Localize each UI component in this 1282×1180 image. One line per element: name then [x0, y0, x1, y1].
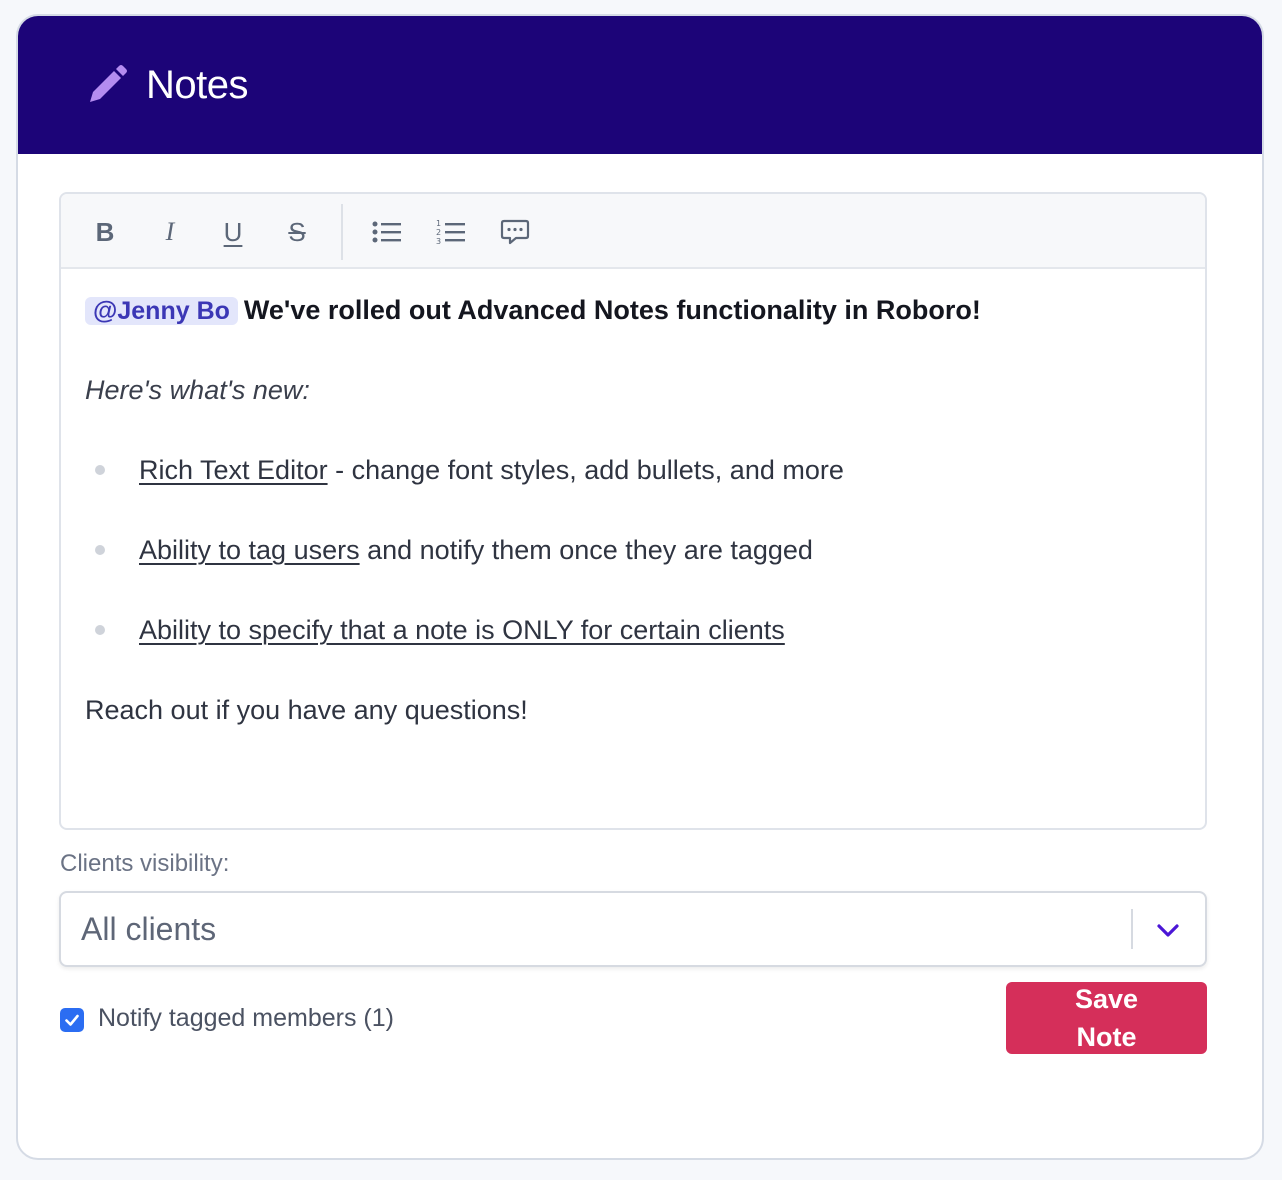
italic-button[interactable]: I — [150, 212, 190, 252]
bullet-text: - change font styles, add bullets, and m… — [327, 455, 844, 485]
bullet-link[interactable]: Ability to tag users — [139, 535, 360, 565]
bullet-dot — [95, 545, 105, 555]
bulleted-list-icon — [372, 221, 401, 243]
clients-visibility-label: Clients visibility: — [60, 850, 230, 877]
svg-text:3: 3 — [436, 237, 441, 246]
list-item: Rich Text Editor - change font styles, a… — [139, 450, 844, 490]
closing-text: Reach out if you have any questions! — [85, 695, 528, 725]
comment-button[interactable] — [495, 212, 535, 252]
comment-icon — [500, 219, 530, 245]
underline-button[interactable]: U — [213, 212, 253, 252]
svg-text:1: 1 — [436, 219, 441, 228]
bold-button[interactable]: B — [85, 212, 125, 252]
bulleted-list-button[interactable] — [367, 212, 407, 252]
bullet-link[interactable]: Rich Text Editor — [139, 455, 328, 485]
pencil-icon — [84, 62, 130, 108]
bullet-dot — [95, 465, 105, 475]
save-label-line2: Note — [1076, 1022, 1137, 1052]
bullet-text: and notify them once they are tagged — [359, 535, 813, 565]
bullet-dot — [95, 625, 105, 635]
strikethrough-button[interactable]: S — [277, 212, 317, 252]
list-item: Ability to specify that a note is ONLY f… — [139, 610, 785, 650]
notify-label[interactable]: Notify tagged members (1) — [98, 1004, 394, 1033]
toolbar-divider — [341, 204, 343, 260]
bullet-link[interactable]: Ability to specify that a note is ONLY f… — [139, 615, 785, 645]
notify-checkbox[interactable] — [60, 1008, 84, 1032]
select-value: All clients — [81, 911, 217, 947]
user-mention[interactable]: @Jenny Bo — [85, 297, 238, 325]
notes-card: Notes B I U S 1 2 3 @Jenny Bo We've roll… — [16, 14, 1264, 1160]
checkmark-icon — [65, 1014, 79, 1026]
save-label-line1: Save — [1074, 984, 1139, 1014]
rich-text-editor[interactable]: B I U S 1 2 3 @Jenny Bo We've rolled out… — [59, 192, 1207, 830]
headline-line: @Jenny Bo We've rolled out Advanced Notes… — [85, 290, 981, 331]
editor-toolbar: B I U S 1 2 3 — [61, 194, 1205, 269]
notes-header: Notes — [18, 16, 1262, 154]
svg-text:2: 2 — [436, 228, 441, 237]
select-divider — [1131, 909, 1133, 949]
numbered-list-button[interactable]: 1 2 3 — [431, 212, 471, 252]
chevron-down-icon[interactable] — [1153, 915, 1183, 945]
clients-visibility-select[interactable]: All clients — [59, 891, 1207, 967]
page-title: Notes — [146, 62, 249, 107]
save-note-button[interactable]: Save Note — [1006, 982, 1207, 1054]
subhead-text: Here's what's new: — [85, 375, 310, 405]
list-item: Ability to tag users and notify them onc… — [139, 530, 813, 570]
numbered-list-icon: 1 2 3 — [436, 219, 465, 246]
headline-text: We've rolled out Advanced Notes function… — [243, 295, 981, 325]
